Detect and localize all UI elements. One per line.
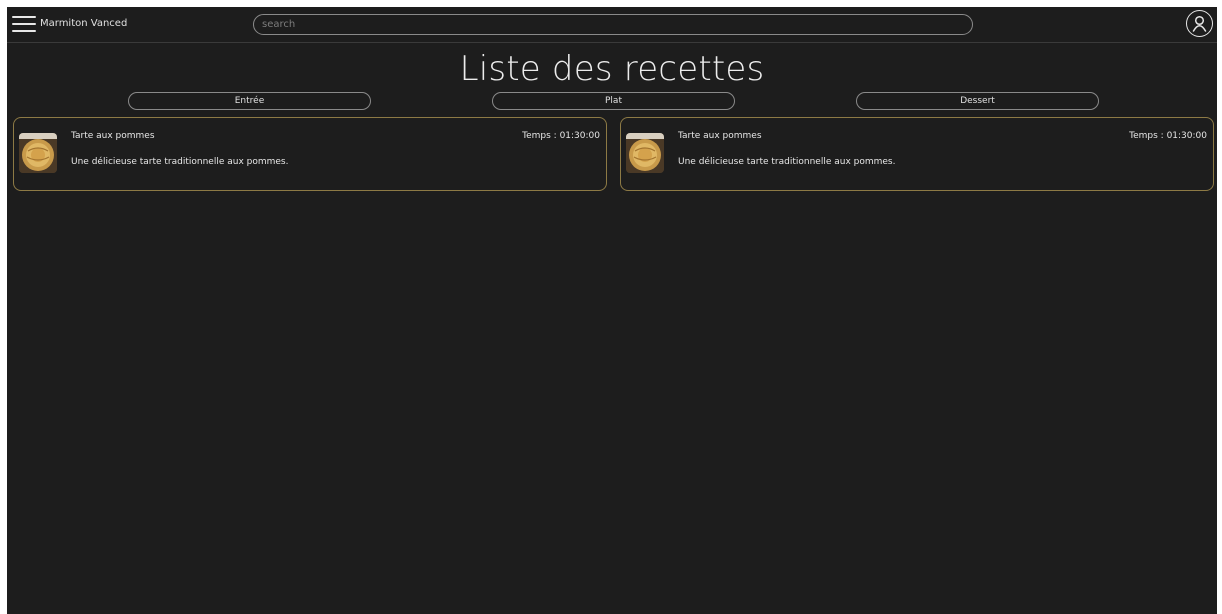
- recipe-time: Temps : 01:30:00: [1129, 131, 1207, 141]
- recipe-description: Une délicieuse tarte traditionnelle aux …: [71, 157, 289, 167]
- filter-plat-button[interactable]: Plat: [492, 92, 735, 110]
- app-window: Marmiton Vanced Liste des recettes Entré…: [7, 7, 1217, 614]
- recipe-card[interactable]: Tarte aux pommes Temps : 01:30:00 Une dé…: [620, 117, 1214, 191]
- recipe-card[interactable]: Tarte aux pommes Temps : 01:30:00 Une dé…: [13, 117, 607, 191]
- recipe-name: Tarte aux pommes: [678, 131, 762, 141]
- user-icon[interactable]: [1186, 10, 1213, 37]
- search-input[interactable]: [253, 14, 973, 35]
- recipe-name: Tarte aux pommes: [71, 131, 155, 141]
- recipe-time: Temps : 01:30:00: [522, 131, 600, 141]
- recipe-description: Une délicieuse tarte traditionnelle aux …: [678, 157, 896, 167]
- filter-dessert-button[interactable]: Dessert: [856, 92, 1099, 110]
- hamburger-icon[interactable]: [12, 13, 36, 35]
- recipe-thumbnail: [626, 133, 664, 173]
- app-title: Marmiton Vanced: [40, 18, 128, 29]
- filter-entree-button[interactable]: Entrée: [128, 92, 371, 110]
- page-title: Liste des recettes: [459, 49, 765, 89]
- recipe-thumbnail: [19, 133, 57, 173]
- top-bar: Marmiton Vanced: [7, 7, 1217, 43]
